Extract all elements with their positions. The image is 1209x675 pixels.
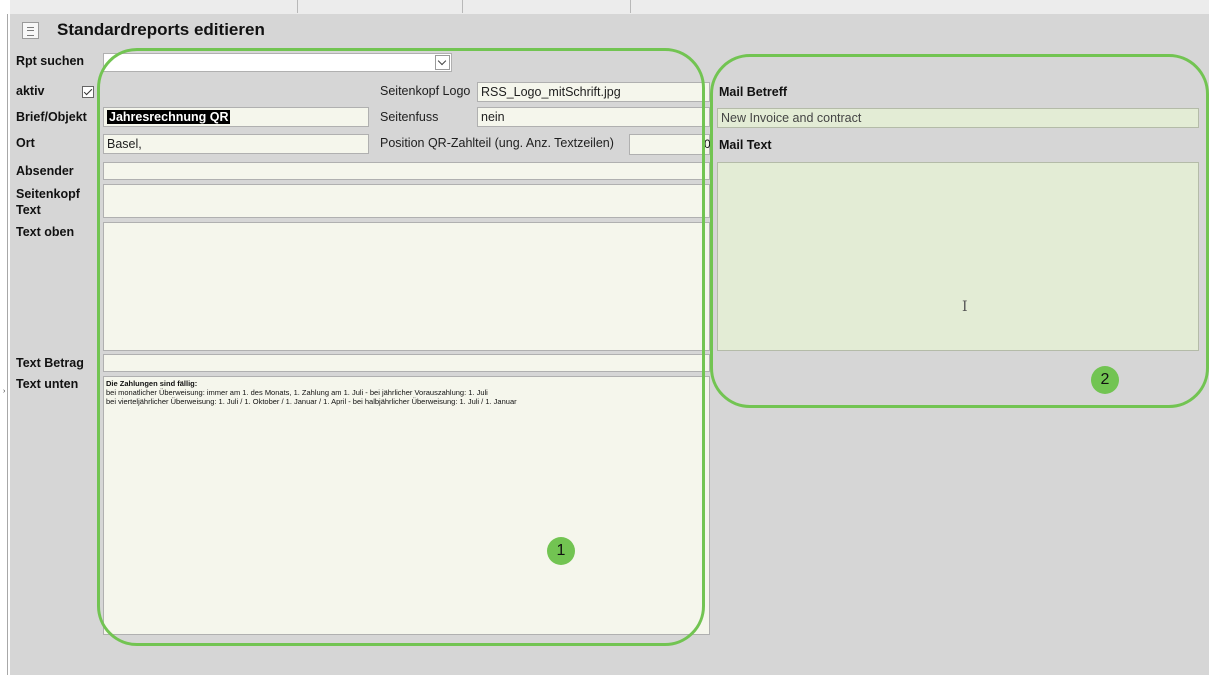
label-rpt-suchen: Rpt suchen	[16, 54, 85, 68]
callout-frame-2	[710, 54, 1209, 408]
label-brief-objekt: Brief/Objekt	[16, 110, 87, 124]
label-seitenkopf: Seitenkopf	[16, 187, 80, 201]
label-text-unten: Text unten	[16, 377, 79, 391]
window-border	[7, 14, 8, 675]
callout-badge-2: 2	[1091, 366, 1119, 394]
checkbox-checked-icon[interactable]	[82, 86, 94, 98]
tab[interactable]	[462, 0, 631, 13]
scroll-marker: ›	[3, 388, 6, 395]
label-seitenkopf-text: Text	[16, 203, 41, 217]
callout-frame-1	[97, 48, 705, 646]
page-title: Standardreports editieren	[57, 20, 265, 39]
form-icon	[22, 22, 39, 39]
tab[interactable]	[10, 0, 298, 13]
label-text-oben: Text oben	[16, 225, 75, 239]
tab-strip	[10, 0, 1209, 15]
tab[interactable]	[297, 0, 463, 13]
label-aktiv: aktiv	[16, 84, 45, 98]
callout-badge-1: 1	[547, 537, 575, 565]
label-ort: Ort	[16, 136, 35, 150]
label-absender: Absender	[16, 164, 74, 178]
label-text-betrag: Text Betrag	[16, 356, 84, 370]
